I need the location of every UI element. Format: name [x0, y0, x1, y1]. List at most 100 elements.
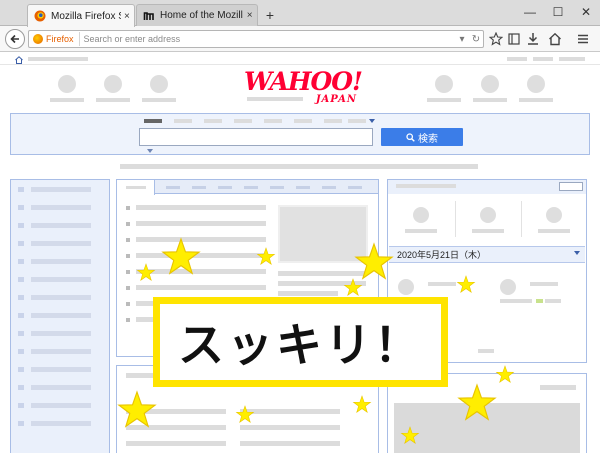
shortcut-icon-placeholder[interactable] [546, 207, 562, 223]
chevron-down-icon[interactable] [369, 119, 375, 123]
chevron-down-icon[interactable] [574, 251, 580, 255]
bookmark-star-icon[interactable] [489, 32, 503, 46]
search-input[interactable] [139, 128, 373, 146]
search-tab[interactable] [174, 119, 192, 123]
search-tab[interactable] [324, 119, 342, 123]
header-link-placeholder[interactable] [559, 57, 585, 61]
news-headline[interactable] [136, 269, 266, 274]
sidebar-item[interactable] [31, 187, 91, 192]
weather-date-header[interactable]: 2020年5月21日（木） [389, 246, 585, 263]
ad-image[interactable] [394, 403, 580, 453]
sidebar-item[interactable] [31, 295, 91, 300]
sidebar-bullet [18, 241, 24, 246]
sidebar-bullet [18, 331, 24, 336]
new-tab-button[interactable]: + [261, 6, 279, 24]
news-headline[interactable] [136, 253, 266, 258]
topics-item[interactable] [240, 441, 340, 446]
sidebar-item[interactable] [31, 259, 91, 264]
nav-toolbar: Firefox Search or enter address ▾ ↻ [0, 26, 600, 52]
sidebar-item[interactable] [31, 349, 91, 354]
topics-item[interactable] [126, 441, 226, 446]
close-window-button[interactable]: ✕ [572, 2, 600, 22]
news-tab[interactable] [348, 186, 362, 189]
search-tab[interactable] [294, 119, 312, 123]
firefox-icon [33, 34, 43, 44]
topics-item[interactable] [240, 409, 340, 414]
service-icon-placeholder[interactable] [150, 75, 168, 93]
minimize-button[interactable]: — [516, 2, 544, 22]
tab-mozilla-start-page[interactable]: Mozilla Firefox Start Page × [27, 4, 135, 27]
news-tab[interactable] [244, 186, 258, 189]
menu-icon[interactable] [576, 32, 590, 46]
service-label-placeholder [142, 98, 176, 102]
news-thumbnail[interactable] [278, 205, 368, 263]
home-icon[interactable] [548, 32, 562, 46]
search-tab-active[interactable] [144, 119, 162, 123]
sidebar-item[interactable] [31, 277, 91, 282]
sidebar-item[interactable] [31, 241, 91, 246]
search-tab[interactable] [234, 119, 252, 123]
service-icon-placeholder[interactable] [58, 75, 76, 93]
web-page: WAHOO! JAPAN 検索 2020年5月21日（木） [0, 53, 600, 453]
back-button[interactable] [5, 29, 25, 49]
sidebar-item[interactable] [31, 385, 91, 390]
news-tab-label [126, 186, 146, 189]
sidebar-item[interactable] [31, 367, 91, 372]
chevron-down-icon[interactable] [147, 149, 153, 153]
login-button[interactable] [559, 182, 583, 191]
service-icon-placeholder[interactable] [527, 75, 545, 93]
news-tab[interactable] [166, 186, 180, 189]
reload-icon[interactable]: ↻ [469, 34, 483, 45]
news-tab[interactable] [322, 186, 336, 189]
download-icon[interactable] [526, 32, 540, 46]
close-tab-icon[interactable]: × [246, 10, 253, 21]
library-icon[interactable] [507, 32, 521, 46]
search-tab[interactable] [264, 119, 282, 123]
service-icon-placeholder[interactable] [104, 75, 122, 93]
news-headline[interactable] [136, 205, 266, 210]
sidebar-bullet [18, 277, 24, 282]
shortcut-icon-placeholder[interactable] [480, 207, 496, 223]
sidebar-item[interactable] [31, 421, 91, 426]
shortcut-icon-placeholder[interactable] [413, 207, 429, 223]
news-tab[interactable] [270, 186, 284, 189]
identity-box[interactable]: Firefox [29, 32, 80, 46]
search-icon [406, 132, 415, 142]
address-bar[interactable]: Firefox Search or enter address ▾ ↻ [28, 30, 484, 48]
tab-title: Home of the Mozilla Proje... [160, 10, 243, 21]
news-headline[interactable] [136, 285, 266, 290]
news-tab[interactable] [218, 186, 232, 189]
announcement-placeholder[interactable] [120, 164, 478, 169]
sidebar-item[interactable] [31, 403, 91, 408]
sidebar-bullet [18, 187, 24, 192]
header-link-placeholder[interactable] [533, 57, 553, 61]
news-headline[interactable] [136, 237, 266, 242]
sidebar-item[interactable] [31, 331, 91, 336]
topics-item[interactable] [240, 425, 340, 430]
home-icon[interactable] [15, 56, 23, 64]
header-link-placeholder[interactable] [28, 57, 88, 61]
search-tab[interactable] [204, 119, 222, 123]
sidebar-item[interactable] [31, 313, 91, 318]
news-bullet [126, 238, 130, 242]
header-link-placeholder[interactable] [507, 57, 527, 61]
topics-item[interactable] [126, 409, 226, 414]
tab-mozilla-project[interactable]: Home of the Mozilla Proje... × [136, 4, 258, 26]
history-dropdown-icon[interactable]: ▾ [455, 34, 469, 45]
news-bullet [126, 270, 130, 274]
sidebar-bullet [18, 259, 24, 264]
search-tab-more[interactable] [348, 119, 366, 123]
service-icon-placeholder[interactable] [481, 75, 499, 93]
news-headline[interactable] [136, 221, 266, 226]
sidebar-item[interactable] [31, 223, 91, 228]
topics-item[interactable] [126, 425, 226, 430]
maximize-button[interactable]: ☐ [544, 2, 572, 22]
news-bullet [126, 222, 130, 226]
more-link[interactable] [478, 349, 494, 353]
search-button[interactable]: 検索 [381, 128, 463, 146]
news-tab[interactable] [296, 186, 310, 189]
news-tab[interactable] [192, 186, 206, 189]
service-icon-placeholder[interactable] [435, 75, 453, 93]
close-tab-icon[interactable]: × [124, 11, 130, 22]
sidebar-item[interactable] [31, 205, 91, 210]
